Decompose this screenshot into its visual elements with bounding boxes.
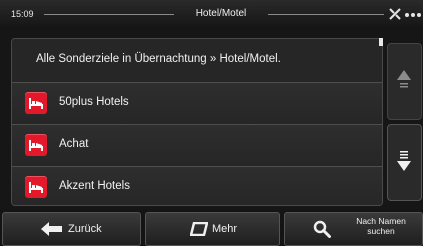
bed-icon xyxy=(25,134,47,156)
scroll-position-indicator xyxy=(379,38,383,46)
back-button[interactable]: Zurück xyxy=(2,212,141,246)
scroll-down-arrow-icon xyxy=(397,151,411,171)
signal-dot xyxy=(405,13,409,17)
list-item[interactable]: Achat xyxy=(12,125,382,167)
search-icon xyxy=(313,220,331,238)
arrow-left-icon xyxy=(41,222,62,236)
search-label-line2: suchen xyxy=(367,226,395,236)
list-item[interactable]: Akzent Hotels xyxy=(12,167,382,205)
more-menu-icon xyxy=(190,222,208,236)
list-header[interactable]: Alle Sonderziele in Übernachtung » Hotel… xyxy=(12,39,382,83)
scroll-down-button[interactable] xyxy=(387,124,422,201)
scroll-up-button[interactable] xyxy=(387,43,422,120)
divider xyxy=(44,14,174,15)
scroll-up-arrow-icon xyxy=(397,70,411,88)
status-bar: 15:09 Hotel/Motel xyxy=(0,0,423,30)
signal-dot xyxy=(411,13,415,17)
bed-icon xyxy=(25,176,47,198)
poi-list: Alle Sonderziele in Übernachtung » Hotel… xyxy=(11,38,383,206)
search-by-name-button[interactable]: Nach Namen suchen xyxy=(284,212,423,246)
signal-dot xyxy=(417,13,421,17)
divider xyxy=(268,14,384,15)
list-item-label: Achat xyxy=(59,138,89,150)
back-button-label: Zurück xyxy=(68,223,102,235)
search-label-line1: Nach Namen xyxy=(356,216,406,226)
more-button-label: Mehr xyxy=(212,223,238,235)
list-item-label: 50plus Hotels xyxy=(59,96,129,108)
satellite-icon xyxy=(389,8,401,20)
status-icons xyxy=(388,7,422,21)
list-header-label: Alle Sonderziele in Übernachtung » Hotel… xyxy=(36,53,281,65)
clock: 15:09 xyxy=(11,9,34,19)
search-button-label: Nach Namen suchen xyxy=(341,216,421,236)
more-button[interactable]: Mehr xyxy=(145,212,280,246)
screen-title: Hotel/Motel xyxy=(195,8,247,19)
bed-icon xyxy=(25,92,47,114)
list-item[interactable]: 50plus Hotels xyxy=(12,83,382,125)
list-item-label: Akzent Hotels xyxy=(59,180,130,192)
